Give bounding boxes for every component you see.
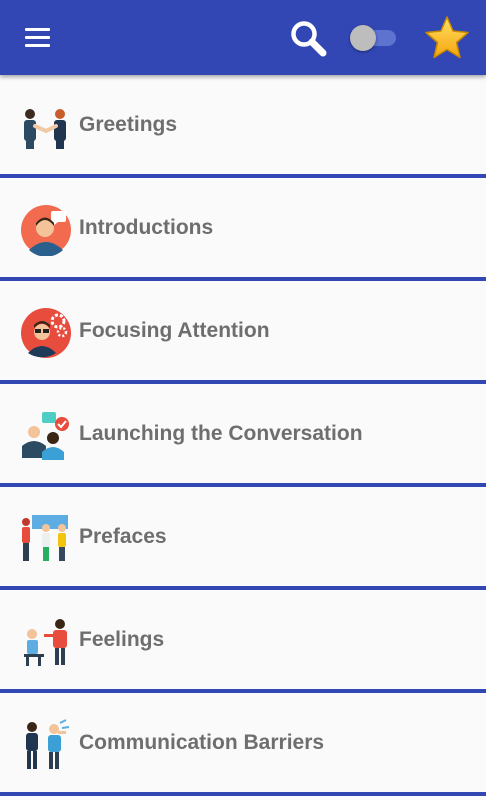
list-item-label: Launching the Conversation [79, 422, 363, 445]
search-icon [291, 21, 327, 57]
businessman-gears-icon [21, 308, 71, 358]
two-people-chat-icon [22, 412, 69, 460]
list-item-prefaces[interactable]: Prefaces [0, 487, 486, 590]
desk-conversation-icon [24, 619, 67, 666]
list-item-communication-barriers[interactable]: Communication Barriers [0, 693, 486, 796]
list-item-introductions[interactable]: Introductions [0, 178, 486, 281]
handshake-icon [24, 109, 66, 149]
list-item-label: Greetings [79, 113, 178, 136]
topic-list: Greetings Introductions Focusing Attenti… [0, 75, 486, 796]
list-item-label: Prefaces [79, 525, 167, 548]
theme-toggle-switch[interactable] [348, 22, 400, 54]
person-speech-bubble-icon [21, 205, 71, 256]
menu-button[interactable] [16, 19, 56, 57]
list-item-focusing-attention[interactable]: Focusing Attention [0, 281, 486, 384]
two-people-speaking-icon [26, 719, 70, 769]
list-item-label: Feelings [79, 628, 165, 651]
app-bar [0, 0, 486, 75]
list-item-label: Introductions [79, 216, 214, 239]
hamburger-menu-icon [25, 28, 50, 31]
search-button[interactable] [288, 18, 330, 60]
list-item-launching-the-conversation[interactable]: Launching the Conversation [0, 384, 486, 487]
presentation-group-icon [22, 515, 68, 561]
list-item-label: Communication Barriers [79, 731, 325, 754]
list-item-feelings[interactable]: Feelings [0, 590, 486, 693]
favorites-button[interactable] [423, 14, 471, 62]
list-item-greetings[interactable]: Greetings [0, 75, 486, 178]
list-item-label: Focusing Attention [79, 319, 270, 342]
star-icon [425, 16, 469, 59]
toggle-thumb [350, 25, 376, 51]
